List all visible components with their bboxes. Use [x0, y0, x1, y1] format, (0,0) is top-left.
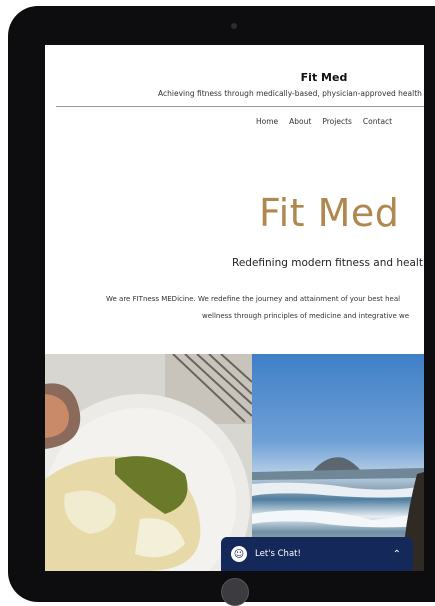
header-divider — [56, 106, 424, 107]
smiley-icon: ☺ — [231, 546, 247, 562]
hero-title: Fit Med — [259, 191, 400, 235]
website-screen: Fit Med Achieving fitness through medica… — [45, 45, 424, 571]
nav-home[interactable]: Home — [256, 117, 278, 126]
chat-widget[interactable]: ☺ Let's Chat! ⌃ — [221, 537, 413, 571]
site-tagline: Achieving fitness through medically-base… — [158, 89, 422, 98]
nav-about[interactable]: About — [289, 117, 311, 126]
food-plate-illustration — [45, 354, 252, 571]
tablet-frame: Fit Med Achieving fitness through medica… — [8, 6, 435, 606]
hero-subtitle: Redefining modern fitness and health — [232, 257, 424, 269]
nav-projects[interactable]: Projects — [322, 117, 352, 126]
chevron-up-icon[interactable]: ⌃ — [393, 549, 401, 560]
food-plate-photo — [45, 354, 252, 571]
nav-contact[interactable]: Contact — [363, 117, 392, 126]
main-nav: Home About Projects Contact — [256, 117, 392, 126]
site-title[interactable]: Fit Med — [45, 71, 424, 84]
intro-text-line-1: We are FITness MEDicine. We redefine the… — [106, 295, 401, 303]
camera-dot — [231, 23, 237, 29]
chat-label: Let's Chat! — [255, 549, 301, 559]
intro-text-line-2: wellness through principles of medicine … — [202, 312, 410, 320]
